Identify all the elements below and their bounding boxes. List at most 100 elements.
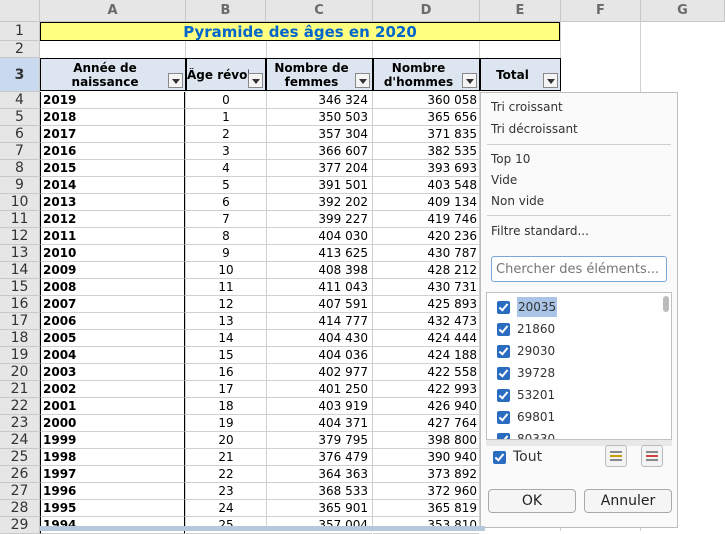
men-count-cell[interactable]: 424 188 [373,347,479,364]
row-header[interactable]: 19 [0,347,40,364]
birth-year-cell[interactable]: 2006 [40,313,185,330]
autofilter-dropdown-button[interactable] [462,73,477,88]
men-count-cell[interactable]: 419 746 [373,211,479,228]
age-cell[interactable]: 23 [186,483,266,500]
men-count-cell[interactable]: 432 473 [373,313,479,330]
row-header[interactable]: 18 [0,330,40,347]
birth-year-cell[interactable]: 2012 [40,211,185,228]
women-count-cell[interactable]: 404 430 [266,330,372,347]
men-count-cell[interactable]: 424 444 [373,330,479,347]
women-count-cell[interactable]: 399 227 [266,211,372,228]
row-header[interactable]: 11 [0,211,40,228]
birth-year-cell[interactable]: 1995 [40,500,185,517]
birth-year-cell[interactable]: 2019 [40,92,185,109]
men-count-cell[interactable]: 365 819 [373,500,479,517]
men-count-cell[interactable]: 425 893 [373,296,479,313]
age-cell[interactable]: 2 [186,126,266,143]
column-header-e[interactable]: E [480,0,561,22]
men-count-cell[interactable]: 365 656 [373,109,479,126]
men-count-cell[interactable]: 430 787 [373,245,479,262]
top-10-item[interactable]: Top 10 [491,150,530,168]
age-cell[interactable]: 18 [186,398,266,415]
checkbox-checked-icon[interactable] [497,300,510,314]
men-count-cell[interactable]: 420 236 [373,228,479,245]
select-current-only-button[interactable] [605,445,627,467]
filter-value-item[interactable]: 21860 [497,319,555,339]
row-header[interactable]: 23 [0,415,40,432]
column-header-d[interactable]: D [373,0,480,22]
checkbox-checked-icon[interactable] [497,344,510,358]
women-count-cell[interactable]: 404 030 [266,228,372,245]
men-count-cell[interactable]: 430 731 [373,279,479,296]
men-count-cell[interactable]: 390 940 [373,449,479,466]
women-count-cell[interactable]: 407 591 [266,296,372,313]
age-cell[interactable]: 19 [186,415,266,432]
birth-year-cell[interactable]: 2002 [40,381,185,398]
birth-year-cell[interactable]: 1996 [40,483,185,500]
row-header[interactable]: 6 [0,126,40,143]
men-count-cell[interactable]: 409 134 [373,194,479,211]
age-cell[interactable]: 12 [186,296,266,313]
women-count-cell[interactable]: 357 304 [266,126,372,143]
filter-value-item[interactable]: 69801 [497,407,555,427]
birth-year-cell[interactable]: 2018 [40,109,185,126]
row-header[interactable]: 10 [0,194,40,211]
filter-value-item[interactable]: 29030 [497,341,555,361]
row-header[interactable]: 5 [0,109,40,126]
men-count-cell[interactable]: 427 764 [373,415,479,432]
women-count-cell[interactable]: 391 501 [266,177,372,194]
column-header-c[interactable]: C [266,0,373,22]
row-header[interactable]: 16 [0,296,40,313]
men-count-cell[interactable]: 398 800 [373,432,479,449]
birth-year-cell[interactable]: 2014 [40,177,185,194]
column-header-g[interactable]: G [641,0,725,22]
age-cell[interactable]: 9 [186,245,266,262]
filter-values-list[interactable]: 20035 21860 29030 39728 53201 69801 80330 [486,292,672,440]
men-count-cell[interactable]: 426 940 [373,398,479,415]
women-count-cell[interactable]: 413 625 [266,245,372,262]
birth-year-cell[interactable]: 2009 [40,262,185,279]
row-header[interactable]: 4 [0,92,40,109]
women-count-cell[interactable]: 408 398 [266,262,372,279]
select-all-toggle[interactable]: Tout [493,447,542,467]
women-count-cell[interactable]: 346 324 [266,92,372,109]
women-count-cell[interactable]: 377 204 [266,160,372,177]
women-count-cell[interactable]: 411 043 [266,279,372,296]
checkbox-checked-icon[interactable] [493,450,506,464]
birth-year-cell[interactable]: 2011 [40,228,185,245]
birth-year-cell[interactable]: 2013 [40,194,185,211]
row-header[interactable]: 22 [0,398,40,415]
birth-year-cell[interactable]: 2004 [40,347,185,364]
row-header[interactable]: 9 [0,177,40,194]
birth-year-cell[interactable]: 2005 [40,330,185,347]
age-cell[interactable]: 1 [186,109,266,126]
age-cell[interactable]: 7 [186,211,266,228]
age-cell[interactable]: 24 [186,500,266,517]
ok-button[interactable]: OK [488,489,576,513]
men-count-cell[interactable]: 403 548 [373,177,479,194]
row-header[interactable]: 8 [0,160,40,177]
men-count-cell[interactable]: 422 993 [373,381,479,398]
birth-year-cell[interactable]: 2015 [40,160,185,177]
women-count-cell[interactable]: 379 795 [266,432,372,449]
sort-descending-item[interactable]: Tri décroissant [491,120,578,138]
birth-year-cell[interactable]: 2001 [40,398,185,415]
row-header[interactable]: 20 [0,364,40,381]
women-count-cell[interactable]: 365 901 [266,500,372,517]
cancel-button[interactable]: Annuler [584,489,672,513]
age-cell[interactable]: 22 [186,466,266,483]
age-cell[interactable]: 17 [186,381,266,398]
row-header[interactable]: 14 [0,262,40,279]
birth-year-cell[interactable]: 1998 [40,449,185,466]
row-header[interactable]: 25 [0,449,40,466]
search-items-input[interactable] [491,256,667,282]
birth-year-cell[interactable]: 2003 [40,364,185,381]
women-count-cell[interactable]: 403 919 [266,398,372,415]
birth-year-cell[interactable]: 2000 [40,415,185,432]
column-header-f[interactable]: F [561,0,641,22]
row-header[interactable]: 1 [0,22,40,41]
empty-item[interactable]: Vide [491,171,517,189]
women-count-cell[interactable]: 414 777 [266,313,372,330]
row-header[interactable]: 27 [0,483,40,500]
row-header[interactable]: 12 [0,228,40,245]
